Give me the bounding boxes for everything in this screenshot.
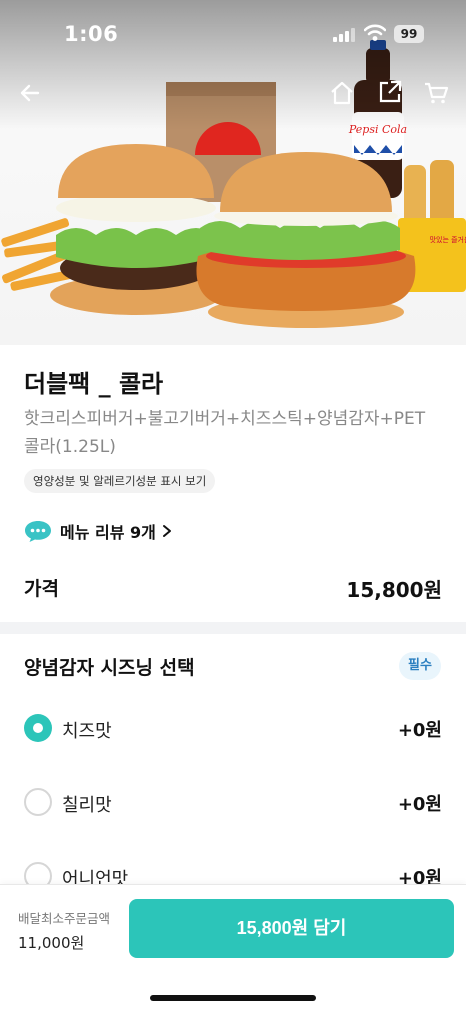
price-label: 가격 (24, 578, 59, 600)
home-button[interactable] (326, 77, 358, 109)
chat-bubble-icon (25, 521, 51, 542)
option-name: 치즈맛 (62, 721, 112, 742)
back-button[interactable] (14, 77, 46, 109)
wifi-icon (364, 24, 386, 41)
bottom-order-bar: 배달최소주문금액 11,000원 15,800원 담기 (0, 884, 466, 1010)
box-label: 맛있는 즐거움 (430, 235, 466, 244)
option-price: +0원 (397, 720, 442, 741)
cart-button[interactable] (420, 77, 452, 109)
min-order-label: 배달최소주문금액 (18, 911, 111, 926)
price-value: 15,800원 (346, 578, 442, 602)
share-icon (379, 80, 402, 103)
required-badge: 필수 (399, 652, 441, 680)
add-to-cart-button[interactable]: 15,800원 담기 (129, 899, 454, 958)
back-arrow-icon (20, 84, 40, 102)
option-group-title: 양념감자 시즈닝 선택 (24, 657, 195, 679)
product-description: 핫크리스피버거+불고기버거+치즈스틱+양념감자+PET 콜라(1.25L) (24, 409, 426, 457)
cart-icon (425, 82, 449, 104)
home-icon (331, 81, 353, 105)
signal-icon (333, 28, 357, 42)
product-title: 더블팩 _ 콜라 (24, 370, 164, 398)
nutrition-info-chip[interactable]: 영양성분 및 알레르기성분 표시 보기 (24, 469, 216, 493)
section-divider (0, 622, 466, 634)
status-bar: 1:06 99 (0, 0, 466, 60)
share-button[interactable] (374, 76, 406, 108)
option-cheese[interactable]: 치즈맛 +0원 (24, 713, 442, 743)
chevron-right-icon (162, 525, 171, 537)
radio-icon[interactable] (24, 788, 52, 816)
status-time: 1:06 (64, 22, 119, 46)
option-price: +0원 (397, 794, 442, 815)
option-name: 칠리맛 (62, 795, 112, 816)
option-chili[interactable]: 칠리맛 +0원 (24, 787, 442, 817)
menu-review-label: 메뉴 리뷰 9개 (60, 523, 156, 542)
min-order-value: 11,000원 (18, 934, 85, 952)
battery-indicator: 99 (394, 25, 424, 43)
radio-icon[interactable] (24, 714, 52, 742)
menu-review-link[interactable]: 메뉴 리뷰 9개 (24, 516, 172, 546)
price-row: 가격 15,800원 (24, 572, 442, 604)
home-indicator[interactable] (150, 995, 316, 1001)
